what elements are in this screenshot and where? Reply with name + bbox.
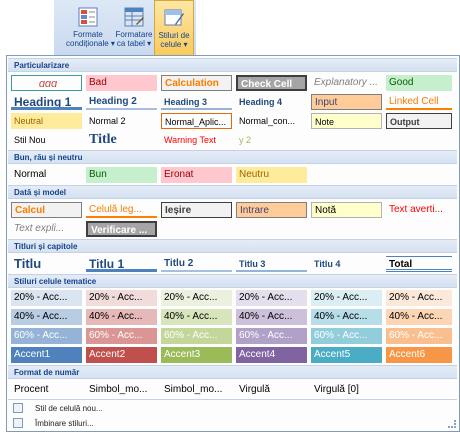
merge-styles-label: Îmbinare stiluri... <box>35 419 94 428</box>
style-cell[interactable]: 60% - Acc... <box>386 328 452 344</box>
style-cell[interactable]: Note <box>311 113 382 129</box>
resize-grip-icon[interactable] <box>448 420 456 428</box>
format-as-table-button[interactable]: Formatare ca tabel ▾ <box>112 0 156 58</box>
style-cell[interactable]: Normal 2 <box>86 113 157 129</box>
style-cell[interactable]: ɑɑɑ <box>11 75 82 91</box>
style-cell[interactable]: Input <box>311 94 382 110</box>
style-cell[interactable]: 60% - Acc... <box>11 328 82 344</box>
style-cell[interactable]: Good <box>386 75 452 91</box>
style-cell[interactable]: Celulă leg... <box>86 202 157 218</box>
style-cell[interactable]: Total <box>386 256 452 272</box>
style-cell[interactable]: 60% - Acc... <box>86 328 157 344</box>
cell-styles-label-2: celule ▾ <box>160 40 188 49</box>
style-cell[interactable]: Titlu 4 <box>311 256 382 272</box>
style-cell[interactable]: Calculation <box>161 75 232 91</box>
ribbon-styles-group: Formate condiționale ▾ Formatare ca tabe… <box>54 0 196 58</box>
style-cell[interactable]: Bad <box>86 75 157 91</box>
style-cell[interactable]: 20% - Acc... <box>11 290 82 306</box>
section-header-titles: Titluri și capitole <box>8 239 457 253</box>
style-cell[interactable]: Neutru <box>236 167 307 183</box>
merge-styles-icon <box>13 418 23 428</box>
style-cell-selected[interactable]: Normal_Aplic... <box>161 113 232 129</box>
section-header-theme-styles: Stiluri celule tematice <box>8 274 457 288</box>
cell-styles-label-1: Stiluri de <box>158 31 190 40</box>
style-cell[interactable]: Heading 1 <box>11 94 82 110</box>
cell-styles-button[interactable]: Stiluri de celule ▾ <box>154 0 194 58</box>
style-cell[interactable]: Accent5 <box>311 347 382 363</box>
style-cell[interactable]: Accent6 <box>386 347 452 363</box>
style-cell[interactable]: Normal_con... <box>236 113 307 129</box>
style-cell[interactable]: 20% - Acc... <box>86 290 157 306</box>
style-cell[interactable]: Accent4 <box>236 347 307 363</box>
section-header-data-model: Dată și model <box>8 185 457 199</box>
style-cell[interactable]: 20% - Acc... <box>236 290 307 306</box>
style-cell[interactable]: Bun <box>86 167 157 183</box>
style-cell[interactable]: 20% - Acc... <box>161 290 232 306</box>
style-cell[interactable]: Explanatory ... <box>311 75 382 91</box>
style-cell[interactable]: Output <box>386 113 452 129</box>
style-cell[interactable]: Virgulă [0] <box>311 382 382 398</box>
style-cell[interactable]: Simbol_mo... <box>86 382 157 398</box>
style-cell[interactable]: 20% - Acc... <box>386 290 452 306</box>
style-cell[interactable]: y 2 <box>236 132 307 148</box>
style-cell[interactable]: Normal <box>11 167 82 183</box>
merge-styles-command[interactable]: Îmbinare stiluri... <box>8 415 457 432</box>
style-cell[interactable]: Neutral <box>11 113 82 129</box>
style-cell[interactable]: Linked Cell <box>386 94 452 110</box>
style-cell[interactable]: 40% - Acc... <box>311 309 382 325</box>
style-cell[interactable]: Titlu 3 <box>236 256 307 272</box>
style-cell[interactable]: 40% - Acc... <box>236 309 307 325</box>
style-cell[interactable]: Stil Nou <box>11 132 82 148</box>
style-cell[interactable]: Notă <box>311 202 382 218</box>
format-as-table-label-1: Formatare <box>115 30 153 39</box>
style-cell[interactable]: Title <box>86 132 157 148</box>
conditional-formatting-label-1: Formate <box>73 30 103 39</box>
style-cell[interactable]: Calcul <box>11 202 82 218</box>
style-cell[interactable]: Heading 2 <box>86 94 157 110</box>
style-cell[interactable]: Titlu 2 <box>161 256 232 272</box>
style-cell[interactable]: 40% - Acc... <box>11 309 82 325</box>
style-cell[interactable]: Simbol_mo... <box>161 382 232 398</box>
style-cell[interactable]: Procent <box>11 382 82 398</box>
format-as-table-label-2: ca tabel ▾ <box>116 39 152 48</box>
section-header-number-format: Format de număr <box>8 365 457 379</box>
style-cell[interactable]: Accent2 <box>86 347 157 363</box>
conditional-formatting-label-2: condiționale ▾ <box>66 39 115 48</box>
style-cell[interactable]: Titlu 1 <box>86 256 157 272</box>
style-cell[interactable]: Text expli... <box>11 221 82 237</box>
style-cell[interactable]: 20% - Acc... <box>311 290 382 306</box>
style-cell[interactable]: Warning Text <box>161 132 232 148</box>
style-cell[interactable]: Virgulă <box>236 382 307 398</box>
style-cell[interactable]: Intrare <box>236 202 307 218</box>
style-cell[interactable]: Accent3 <box>161 347 232 363</box>
style-cell[interactable]: Heading 4 <box>236 94 307 110</box>
cell-styles-gallery: Particularizare ɑɑɑ Bad Calculation Chec… <box>6 55 460 432</box>
style-cell[interactable]: Verificare ... <box>86 221 157 237</box>
style-cell[interactable]: 60% - Acc... <box>311 328 382 344</box>
style-cell[interactable]: 40% - Acc... <box>386 309 452 325</box>
cell-styles-icon <box>163 7 185 29</box>
style-cell[interactable]: Text averti... <box>386 202 452 218</box>
new-style-icon <box>13 403 23 413</box>
style-cell[interactable]: Ieșire <box>161 202 232 218</box>
conditional-formatting-button[interactable]: Formate condiționale ▾ <box>66 0 115 58</box>
table-format-icon <box>123 6 145 28</box>
style-cell[interactable]: Check Cell <box>236 75 307 91</box>
style-cell[interactable]: 60% - Acc... <box>161 328 232 344</box>
style-cell[interactable]: Titlu <box>11 256 82 272</box>
style-cell[interactable]: 40% - Acc... <box>161 309 232 325</box>
section-header-good-bad-neutral: Bun, rău și neutru <box>8 150 457 164</box>
conditional-format-icon <box>77 6 99 28</box>
style-cell[interactable]: 60% - Acc... <box>236 328 307 344</box>
style-cell[interactable]: 40% - Acc... <box>86 309 157 325</box>
style-cell[interactable]: Accent1 <box>11 347 82 363</box>
style-cell[interactable]: Eronat <box>161 167 232 183</box>
section-header-custom: Particularizare <box>8 58 457 72</box>
style-cell[interactable]: Heading 3 <box>161 94 232 110</box>
